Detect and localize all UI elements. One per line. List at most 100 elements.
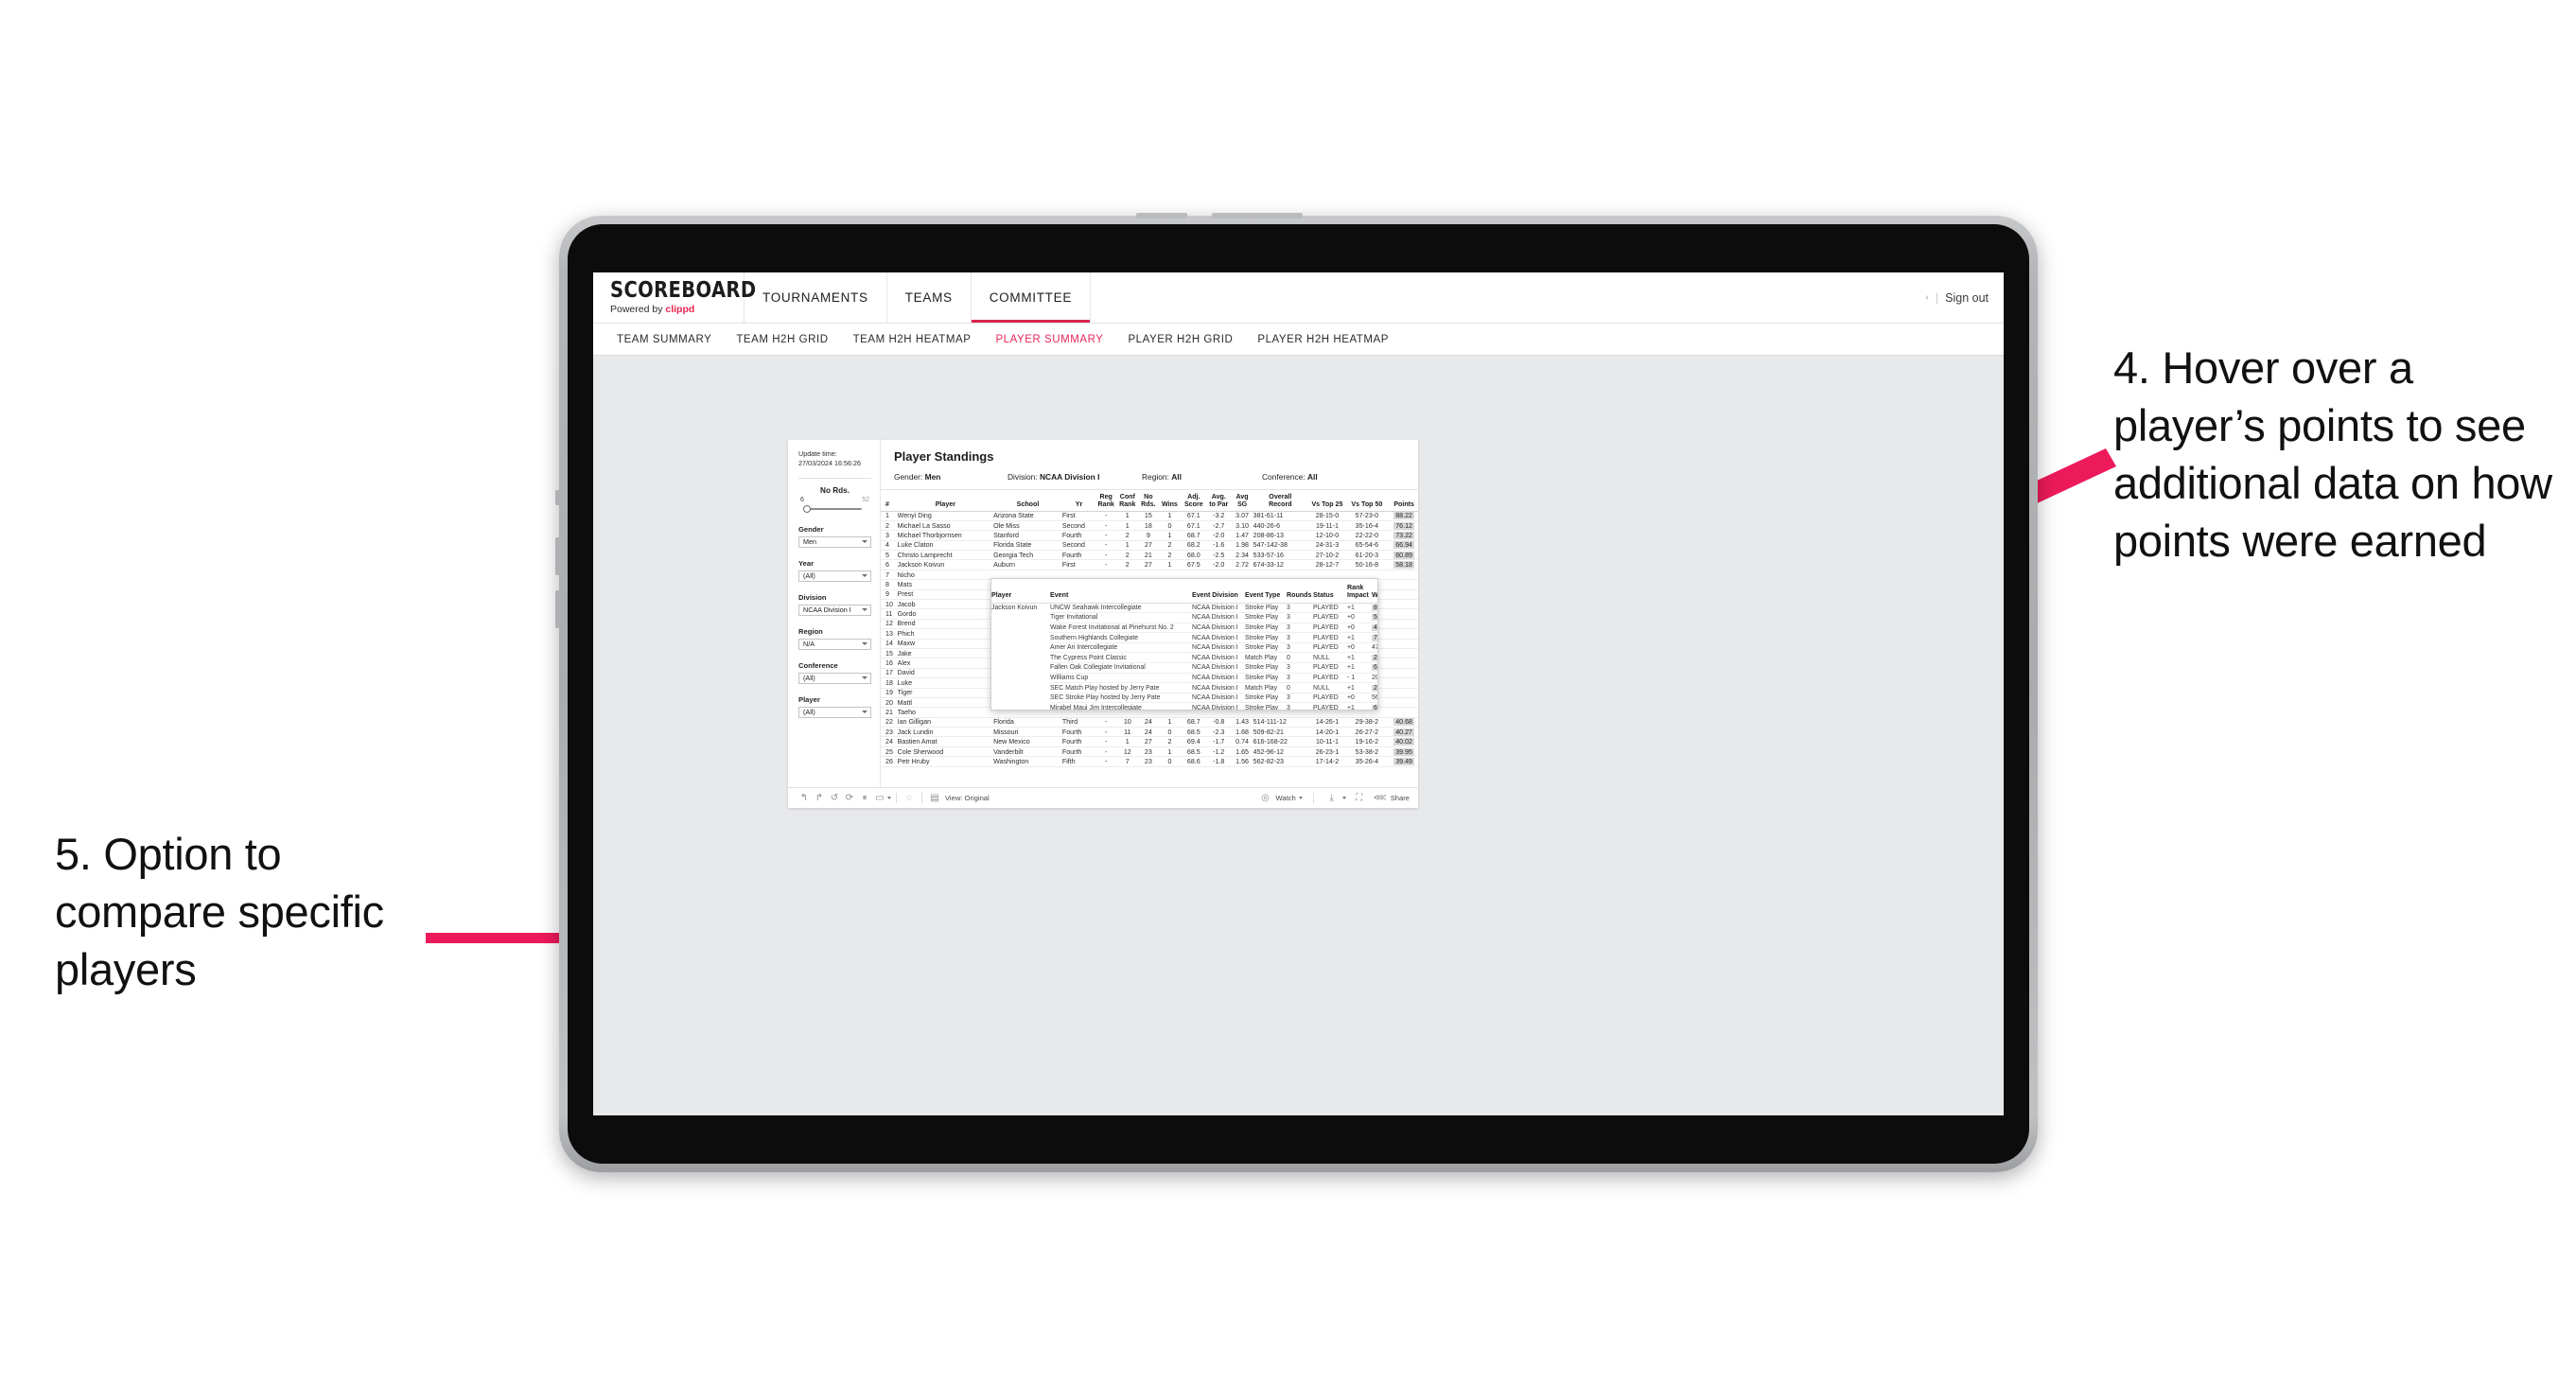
filter-conference-select[interactable]: (All) — [798, 672, 871, 684]
col-header[interactable]: Wins — [1158, 490, 1182, 512]
table-row[interactable]: 23 Jack Lundin Missouri Fourth - 11 24 0 68.5 -2.… — [881, 728, 1418, 737]
fullscreen-icon[interactable]: ⛶ — [1352, 793, 1367, 803]
cell-wins: 2 — [1167, 738, 1172, 746]
tooltip-cell-event: Amer Ari Intercollegiate — [1050, 642, 1192, 654]
table-row[interactable]: 26 Petr Hruby Washington Fifth - 7 23 0 68.6 -1.8… — [881, 757, 1418, 767]
table-row[interactable]: 25 Cole Sherwood Vanderbilt Fourth - 12 23 1 68.… — [881, 746, 1418, 757]
download-button[interactable]: ⤓ — [1324, 793, 1346, 803]
col-header[interactable]: Avg SG — [1231, 490, 1253, 512]
tooltip-cell-wpoints: 25.98 — [1372, 682, 1377, 693]
filter-year-select[interactable]: (All) — [798, 570, 871, 582]
revert-icon[interactable]: ↺ — [827, 793, 842, 803]
slider-handle[interactable] — [803, 504, 811, 513]
no-rds-min: 6 — [800, 496, 804, 503]
table-row[interactable]: 5 Christo Lamprecht Georgia Tech Fourth - 2 21… — [881, 551, 1418, 560]
undo-icon[interactable]: ↰ — [797, 793, 812, 803]
tab-team-h2h-heatmap[interactable]: TEAM H2H HEATMAP — [841, 334, 984, 345]
table-row[interactable]: 4 Luke Claton Florida State Second - 1 27 2 68.2… — [881, 540, 1418, 551]
col-header[interactable]: Yr — [1061, 490, 1096, 512]
cell-player: Luke Claton — [897, 541, 934, 550]
tab-team-summary[interactable]: TEAM SUMMARY — [605, 334, 724, 345]
filter-player-select[interactable]: (All) — [798, 706, 871, 718]
col-header[interactable]: School — [993, 490, 1062, 512]
col-header[interactable]: Overall Record — [1253, 490, 1307, 512]
tooltip-cell-wpoints: 24.11 — [1372, 652, 1377, 664]
no-rds-slider[interactable] — [798, 504, 871, 514]
sheet-meta: Gender: Men Division: NCAA Division I Re… — [881, 464, 1418, 490]
cell-conf: 7 — [1125, 757, 1130, 765]
table-row[interactable]: 1 Wenyi Ding Arizona State First - 1 15 1 67.1 -3… — [881, 511, 1418, 521]
points-chip[interactable]: 58.18 — [1393, 561, 1414, 570]
filter-division-select[interactable]: NCAA Division I — [798, 604, 871, 616]
points-chip[interactable]: 66.94 — [1393, 541, 1414, 550]
col-header[interactable]: Avg. to Par — [1206, 490, 1232, 512]
filter-gender-select[interactable]: Men — [798, 535, 871, 548]
cell-pts — [1387, 570, 1418, 579]
cell-t50: 53-38-2 — [1355, 747, 1379, 756]
watch-button[interactable]: ◎ Watch — [1257, 793, 1303, 803]
col-header[interactable]: Player — [897, 490, 994, 512]
cell-player: Ian Gilligan — [897, 718, 932, 727]
col-header[interactable]: Vs Top 50 — [1346, 490, 1387, 512]
points-chip[interactable]: 40.27 — [1393, 728, 1414, 736]
col-header[interactable]: Points — [1386, 490, 1418, 512]
cell-wins: 1 — [1167, 561, 1172, 570]
tooltip-cell-rounds: 0 — [1287, 682, 1313, 693]
tooltip-row: Mirabel Maui Jim Intercollegiate NCAA Div… — [991, 702, 1377, 710]
tooltip-cell-impact: +0 — [1347, 693, 1372, 704]
tab-player-h2h-grid[interactable]: PLAYER H2H GRID — [1115, 334, 1245, 345]
cell-reg: - — [1104, 541, 1108, 550]
device-icon[interactable]: ▭ — [872, 793, 887, 803]
view-original-button[interactable]: ▤ View: Original — [927, 793, 989, 803]
points-chip[interactable]: 40.02 — [1393, 738, 1414, 746]
points-chip[interactable]: 40.68 — [1393, 718, 1414, 727]
cell-rds: 27 — [1144, 738, 1152, 746]
refresh-icon[interactable]: ⟳ — [842, 793, 857, 803]
points-chip[interactable]: 60.89 — [1393, 551, 1414, 559]
cell-pts: 40.02 — [1387, 737, 1418, 746]
pause-icon[interactable]: ⏸ — [857, 793, 872, 803]
cell-school: Stanford — [993, 531, 1019, 539]
tab-team-h2h-grid[interactable]: TEAM H2H GRID — [724, 334, 840, 345]
points-chip[interactable]: 76.12 — [1393, 521, 1414, 530]
table-row[interactable]: 3 Michael Thorbjornsen Stanford Fourth -2 9 1 6… — [881, 531, 1418, 541]
tab-player-h2h-heatmap[interactable]: PLAYER H2H HEATMAP — [1245, 334, 1401, 345]
points-chip[interactable]: 39.49 — [1393, 757, 1414, 765]
col-header[interactable]: # — [881, 490, 898, 512]
sign-out-link[interactable]: Sign out — [1945, 291, 1989, 305]
table-row[interactable]: 24 Bastien Amat New Mexico Fourth - 1 27 2 69.4 -… — [881, 737, 1418, 747]
tooltip-col-header: Event Division — [1192, 584, 1245, 604]
cell-yr: Fourth — [1061, 551, 1082, 559]
table-row[interactable]: 22 Ian Gilligan Florida Third - 10 24 1 68.7 -0.8… — [881, 717, 1418, 728]
redo-icon[interactable]: ↱ — [812, 793, 827, 803]
no-rds-range: 6 52 — [798, 497, 871, 503]
tab-player-summary[interactable]: PLAYER SUMMARY — [983, 334, 1115, 345]
col-header[interactable]: Conf Rank — [1116, 490, 1139, 512]
tooltip-cell-impact: +0 — [1347, 623, 1372, 634]
table-row[interactable]: 2 Michael La Sasso Ole Miss Second - 1 18 0 67.1… — [881, 520, 1418, 531]
filter-region-select[interactable]: N/A — [798, 638, 871, 650]
cell-reg: - — [1104, 551, 1108, 559]
chevron-left-icon[interactable]: ‹ — [1926, 292, 1929, 303]
toolbar-divider-1 — [896, 793, 897, 803]
nav-committee[interactable]: COMMITTEE — [971, 272, 1092, 323]
cell-wins: 1 — [1167, 747, 1172, 756]
alert-icon[interactable]: ◌ — [902, 793, 917, 803]
points-chip[interactable]: 88.22 — [1393, 512, 1414, 520]
table-row[interactable]: 6 Jackson Koivun Auburn First - 2 27 1 67.5 -2.0 2… — [881, 560, 1418, 570]
nav-tournaments[interactable]: TOURNAMENTS — [745, 272, 887, 323]
tooltip-col-header: Rank Impact — [1347, 584, 1372, 604]
cell-player: Taeho — [897, 709, 916, 716]
col-header[interactable]: Reg Rank — [1095, 490, 1117, 512]
nav-teams[interactable]: TEAMS — [887, 272, 972, 323]
share-button[interactable]: ⋘ Share — [1373, 793, 1410, 803]
cell-n: 5 — [885, 551, 889, 559]
meta-gender-label: Gender: — [894, 472, 923, 482]
points-chip[interactable]: 73.22 — [1393, 531, 1414, 539]
col-header[interactable]: Adj. Score — [1181, 490, 1207, 512]
col-header[interactable]: Vs Top 25 — [1307, 490, 1347, 512]
tablet-device: SCOREBOARD Powered by clippd TOURNAMENTS… — [555, 213, 2038, 1172]
col-header[interactable]: No Rds. — [1138, 490, 1159, 512]
chevron-down-icon[interactable] — [887, 797, 891, 799]
points-chip[interactable]: 39.95 — [1393, 747, 1414, 756]
